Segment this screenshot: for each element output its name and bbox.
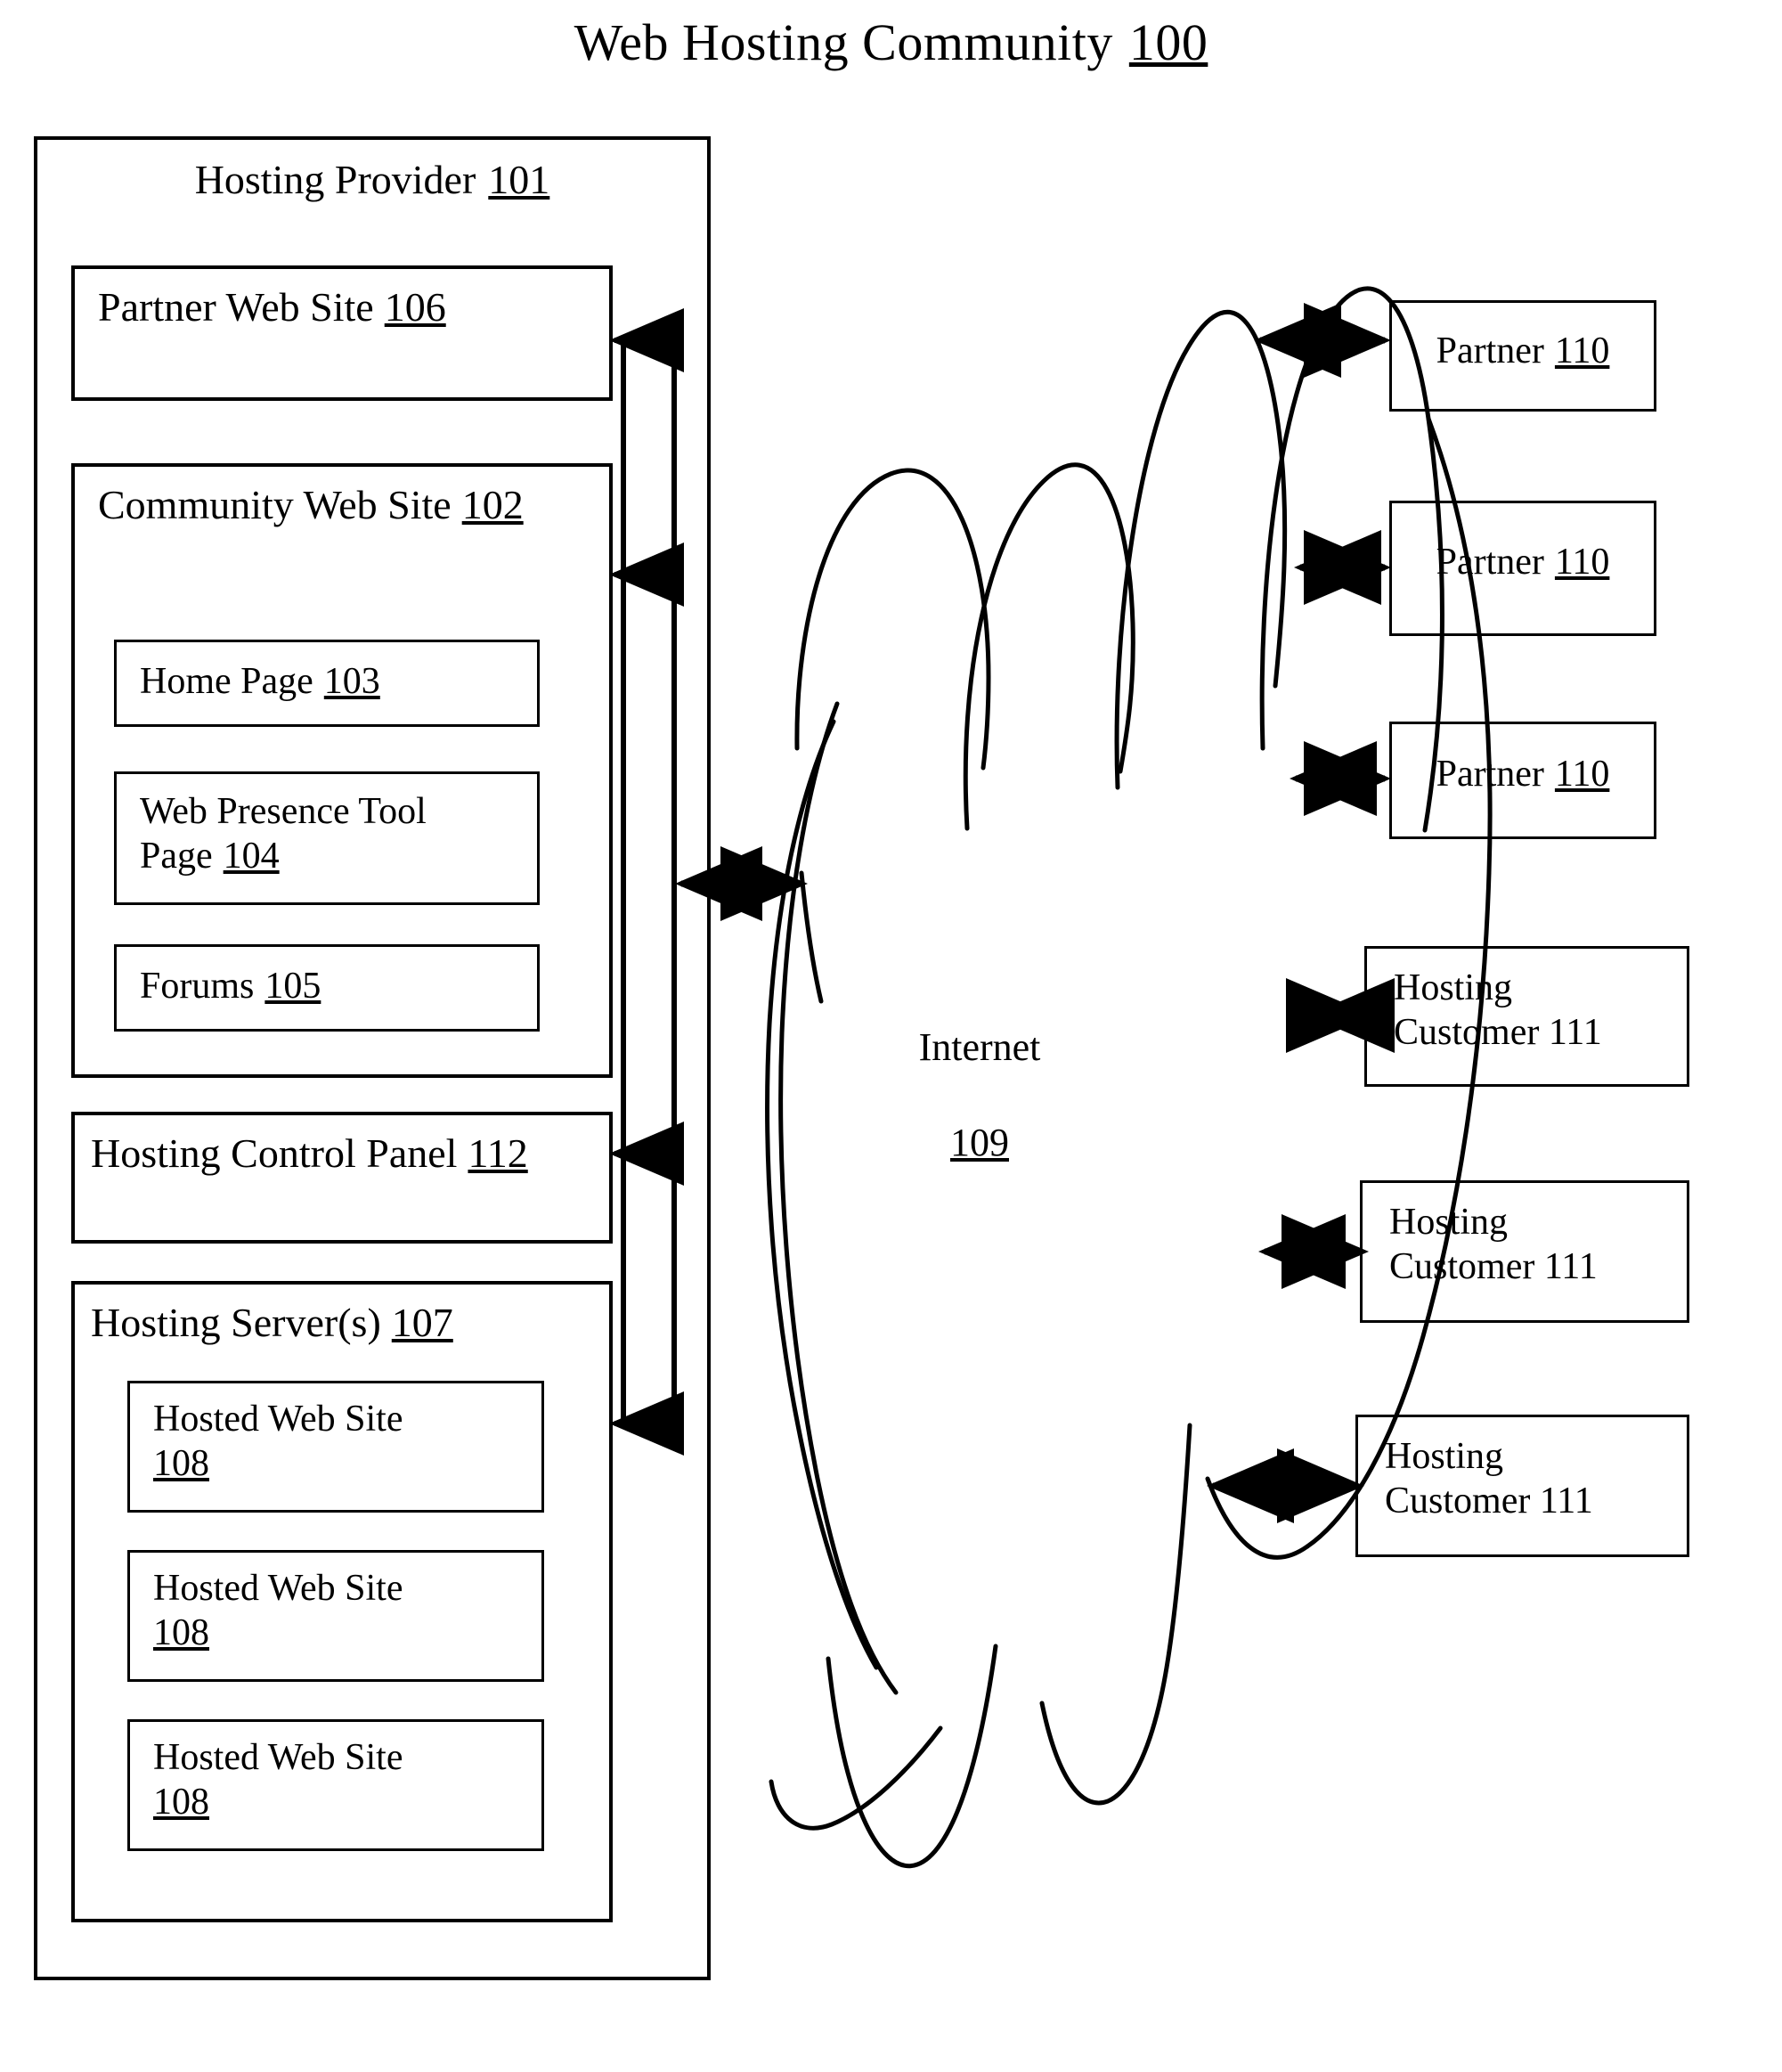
hosted-web-site-ref: 108 [153, 1442, 209, 1484]
web-presence-tool-page-box: Web Presence Tool Page 104 [114, 771, 540, 905]
partner-node-ref: 110 [1554, 542, 1610, 583]
forums-label: Forums 105 [140, 966, 321, 1007]
partner-node-box: Partner 110 [1389, 722, 1656, 839]
partner-web-site-label: Partner Web Site 106 [98, 284, 446, 330]
hosting-control-panel-ref: 112 [468, 1130, 528, 1176]
home-page-label: Home Page 103 [140, 661, 380, 702]
hosting-customer-node-label: Hosting Customer 111 [1385, 1436, 1593, 1521]
hosted-web-site-label: Hosted Web Site 108 [153, 1399, 403, 1484]
patent-figure: Web Hosting Community 100 Hosting Provid… [0, 0, 1782, 2072]
partner-node-label: Partner 110 [1436, 754, 1610, 795]
partner-node-ref: 110 [1554, 330, 1610, 371]
hosting-customer-node-box: Hosting Customer 111 [1355, 1415, 1689, 1557]
partner-node-ref: 110 [1554, 754, 1610, 795]
hosting-customer-node-label: Hosting Customer 111 [1394, 967, 1602, 1053]
hosting-servers-label: Hosting Server(s) 107 [91, 1300, 453, 1345]
hosted-web-site-box: Hosted Web Site 108 [127, 1719, 544, 1851]
internet-label-text: Internet [918, 1024, 1041, 1069]
hosted-web-site-ref: 108 [153, 1781, 209, 1823]
web-presence-tool-page-ref: 104 [223, 835, 280, 877]
community-web-site-label: Community Web Site 102 [98, 482, 524, 527]
hosting-control-panel-label: Hosting Control Panel 112 [91, 1130, 528, 1176]
partner-web-site-box: Partner Web Site 106 [71, 265, 613, 401]
partner-node-label: Partner 110 [1436, 542, 1610, 583]
hosted-web-site-box: Hosted Web Site 108 [127, 1550, 544, 1682]
hosting-customer-node-box: Hosting Customer 111 [1364, 946, 1689, 1087]
hosting-control-panel-box: Hosting Control Panel 112 [71, 1112, 613, 1244]
hosted-web-site-label: Hosted Web Site 108 [153, 1737, 403, 1823]
web-presence-tool-page-label: Web Presence Tool Page 104 [140, 791, 427, 877]
hosting-provider-label: Hosting Provider 101 [194, 157, 550, 202]
figure-title-ref: 100 [1128, 13, 1208, 71]
home-page-ref: 103 [323, 661, 380, 702]
figure-title: Web Hosting Community 100 [0, 12, 1782, 72]
internet-label: Internet 109 [873, 975, 1086, 1167]
forums-ref: 105 [264, 966, 321, 1007]
hosting-servers-ref: 107 [391, 1300, 453, 1345]
hosted-web-site-ref: 108 [153, 1611, 209, 1653]
community-web-site-ref: 102 [461, 482, 524, 527]
hosting-customer-node-box: Hosting Customer 111 [1360, 1180, 1689, 1323]
partner-node-label: Partner 110 [1436, 330, 1610, 371]
partner-node-box: Partner 110 [1389, 501, 1656, 636]
figure-title-text: Web Hosting Community [574, 13, 1113, 71]
hosted-web-site-label: Hosted Web Site 108 [153, 1568, 403, 1653]
hosting-provider-ref: 101 [488, 157, 550, 202]
hosting-customer-node-label: Hosting Customer 111 [1389, 1202, 1598, 1287]
internet-ref: 109 [950, 1121, 1009, 1165]
forums-box: Forums 105 [114, 944, 540, 1032]
partner-web-site-ref: 106 [384, 284, 446, 330]
home-page-box: Home Page 103 [114, 640, 540, 727]
hosted-web-site-box: Hosted Web Site 108 [127, 1381, 544, 1513]
partner-node-box: Partner 110 [1389, 300, 1656, 412]
